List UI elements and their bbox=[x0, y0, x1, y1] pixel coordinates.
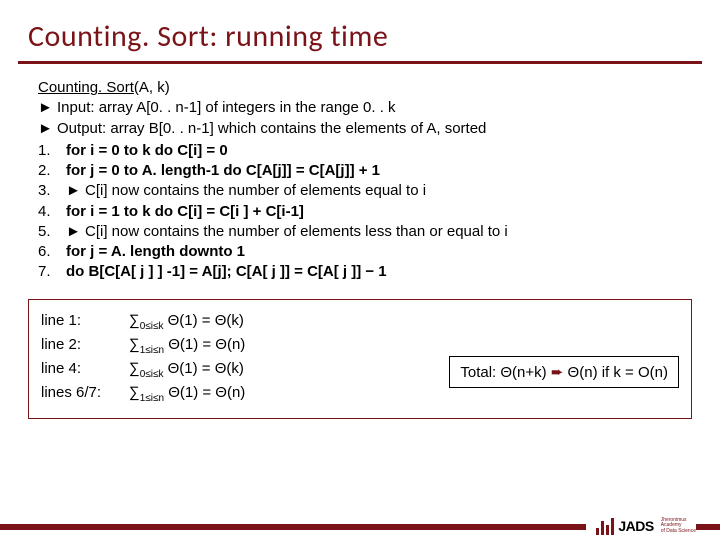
line-text: ► C[i] now contains the number of elemen… bbox=[66, 222, 682, 242]
logo-bars-icon bbox=[596, 517, 614, 535]
line-number: 5. bbox=[38, 222, 66, 242]
line-number: 7. bbox=[38, 262, 66, 282]
analysis-label: line 2: bbox=[41, 336, 129, 353]
algo-line: 7. do B[C[A[ j ] ] -1] = A[j]; C[A[ j ]]… bbox=[38, 262, 682, 282]
algo-line: 5. ► C[i] now contains the number of ele… bbox=[38, 222, 682, 242]
line-text: for j = A. length downto 1 bbox=[66, 242, 682, 262]
analysis-label: lines 6/7: bbox=[41, 384, 129, 401]
algo-name: Counting. Sort bbox=[38, 79, 134, 96]
algo-args: (A, k) bbox=[134, 79, 170, 96]
title-rule bbox=[18, 61, 702, 64]
analysis-row: line 2: ∑1≤i≤n Θ(1) = Θ(n) bbox=[41, 336, 679, 356]
logo-letters: JADS bbox=[618, 518, 653, 534]
line-number: 6. bbox=[38, 242, 66, 262]
line-text: for i = 1 to k do C[i] = C[i ] + C[i-1] bbox=[66, 202, 682, 222]
line-number: 1. bbox=[38, 141, 66, 161]
slide-body: Counting. Sort(A, k) ► Input: array A[0.… bbox=[0, 78, 720, 283]
algo-line: 6. for j = A. length downto 1 bbox=[38, 242, 682, 262]
line-text: ► C[i] now contains the number of elemen… bbox=[66, 181, 682, 201]
algo-signature: Counting. Sort(A, k) bbox=[38, 78, 682, 98]
algo-line: 2. for j = 0 to A. length-1 do C[A[j]] =… bbox=[38, 161, 682, 181]
algo-line: 3. ► C[i] now contains the number of ele… bbox=[38, 181, 682, 201]
analysis-expr: ∑0≤i≤k Θ(1) = Θ(k) bbox=[129, 312, 679, 332]
analysis-expr: ∑1≤i≤n Θ(1) = Θ(n) bbox=[129, 336, 679, 356]
analysis-total: Total: Θ(n+k) ➨ Θ(n) if k = O(n) bbox=[449, 356, 679, 388]
line-number: 3. bbox=[38, 181, 66, 201]
algo-lines: 1. for i = 0 to k do C[i] = 0 2. for j =… bbox=[38, 141, 682, 283]
brand-logo: JADS Jheronimus Academy of Data Science bbox=[586, 512, 696, 540]
line-number: 2. bbox=[38, 161, 66, 181]
total-prefix: Total: Θ(n+k) bbox=[460, 364, 550, 381]
algo-line: 4. for i = 1 to k do C[i] = C[i ] + C[i-… bbox=[38, 202, 682, 222]
analysis-row: line 1: ∑0≤i≤k Θ(1) = Θ(k) bbox=[41, 312, 679, 332]
analysis-label: line 4: bbox=[41, 360, 129, 377]
algo-comment-input: ► Input: array A[0. . n-1] of integers i… bbox=[38, 98, 682, 118]
total-suffix: Θ(n) if k = O(n) bbox=[563, 364, 668, 381]
line-number: 4. bbox=[38, 202, 66, 222]
arrow-right-icon: ➨ bbox=[551, 364, 564, 381]
line-text: for j = 0 to A. length-1 do C[A[j]] = C[… bbox=[66, 161, 682, 181]
slide-title: Counting. Sort: running time bbox=[0, 0, 720, 61]
logo-subtitle: Jheronimus Academy of Data Science bbox=[661, 518, 696, 535]
analysis-label: line 1: bbox=[41, 312, 129, 329]
analysis-box: line 1: ∑0≤i≤k Θ(1) = Θ(k) line 2: ∑1≤i≤… bbox=[28, 299, 692, 419]
line-text: for i = 0 to k do C[i] = 0 bbox=[66, 141, 682, 161]
line-text: do B[C[A[ j ] ] -1] = A[j]; C[A[ j ]] = … bbox=[66, 262, 682, 282]
algo-comment-output: ► Output: array B[0. . n-1] which contai… bbox=[38, 119, 682, 139]
algo-line: 1. for i = 0 to k do C[i] = 0 bbox=[38, 141, 682, 161]
